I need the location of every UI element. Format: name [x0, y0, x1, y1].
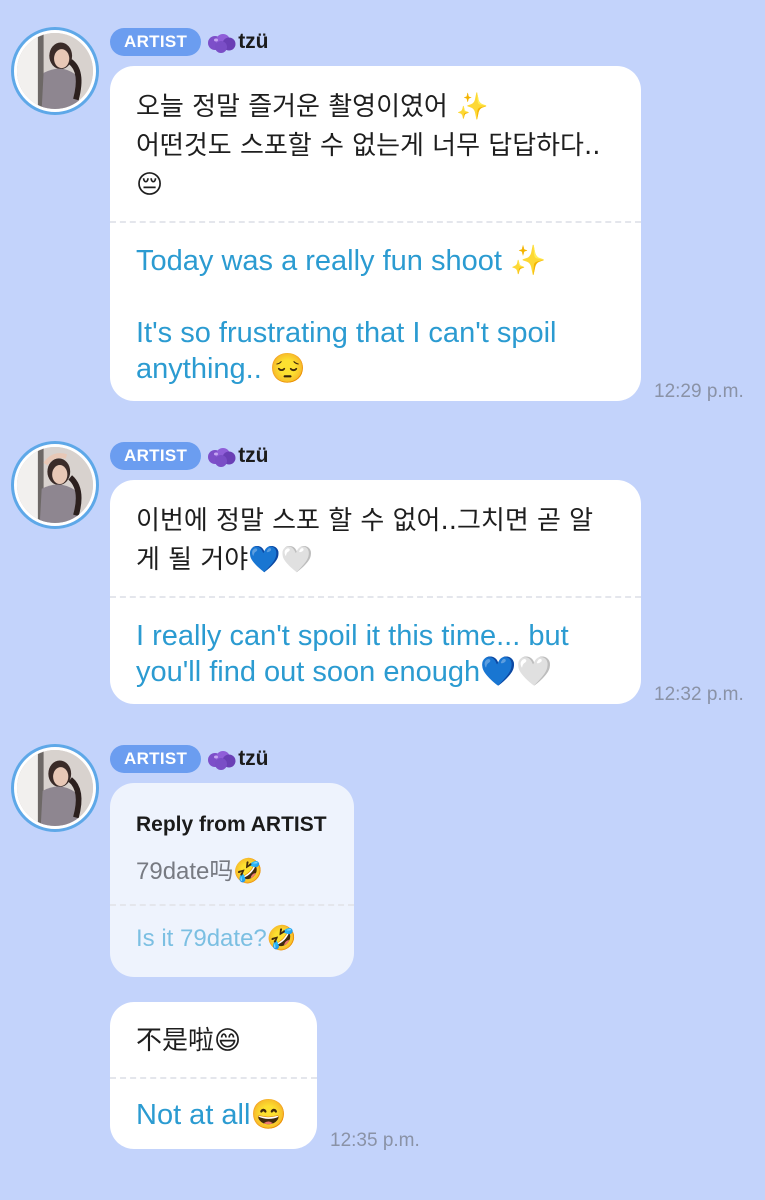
avatar-photo	[17, 750, 93, 826]
message-bubble[interactable]: 오늘 정말 즐거운 촬영이였어 ✨ 어떤것도 스포할 수 없는게 너무 답답하다…	[110, 66, 641, 401]
timestamp: 12:29 p.m.	[654, 381, 744, 402]
message-header: ARTIST tzü	[110, 441, 269, 471]
timestamp: 12:32 p.m.	[654, 684, 744, 705]
avatar[interactable]	[11, 27, 99, 115]
message-bubble[interactable]: 이번에 정말 스포 할 수 없어..그치면 곧 알게 될 거야💙🤍 I real…	[110, 480, 641, 704]
chat-feed: ARTIST tzü 오늘 정말 즐거운 촬영이였어 ✨ 어떤것도 스포할 수 …	[0, 0, 765, 1200]
message-bubble[interactable]: 不是啦😄 Not at all😄	[110, 1002, 317, 1149]
original-text: 이번에 정말 스포 할 수 없어..그치면 곧 알게 될 거야💙🤍	[136, 506, 594, 575]
reply-original-text: 79date吗🤣	[136, 858, 264, 885]
translation-text: Not at all😄	[136, 1099, 287, 1131]
artist-badge: ARTIST	[110, 745, 202, 773]
avatar-photo	[17, 447, 93, 523]
avatar-photo	[17, 33, 93, 109]
reply-title: Reply from ARTIST	[136, 813, 327, 836]
avatar[interactable]	[11, 744, 99, 832]
message-header: ARTIST tzü	[110, 744, 269, 774]
artist-name: tzü	[238, 444, 269, 467]
artist-badge: ARTIST	[110, 28, 202, 56]
grape-purple-icon	[208, 448, 236, 467]
translation-text: I really can't spoil it this time... but…	[136, 620, 577, 688]
artist-name: tzü	[238, 747, 269, 770]
message-header: ARTIST tzü	[110, 27, 269, 57]
reply-bubble[interactable]: Reply from ARTIST 79date吗🤣 Is it 79date?…	[110, 783, 354, 977]
artist-name: tzü	[238, 30, 269, 53]
original-text: 不是啦😄	[136, 1026, 242, 1056]
reply-translation-text: Is it 79date?🤣	[136, 925, 297, 952]
original-text: 오늘 정말 즐거운 촬영이였어 ✨ 어떤것도 스포할 수 없는게 너무 답답하다…	[136, 92, 601, 200]
avatar[interactable]	[11, 441, 99, 529]
translation-text: Today was a really fun shoot ✨ It's so f…	[136, 245, 557, 385]
timestamp: 12:35 p.m.	[330, 1130, 420, 1151]
grape-purple-icon	[208, 34, 236, 53]
artist-badge: ARTIST	[110, 442, 202, 470]
grape-purple-icon	[208, 751, 236, 770]
